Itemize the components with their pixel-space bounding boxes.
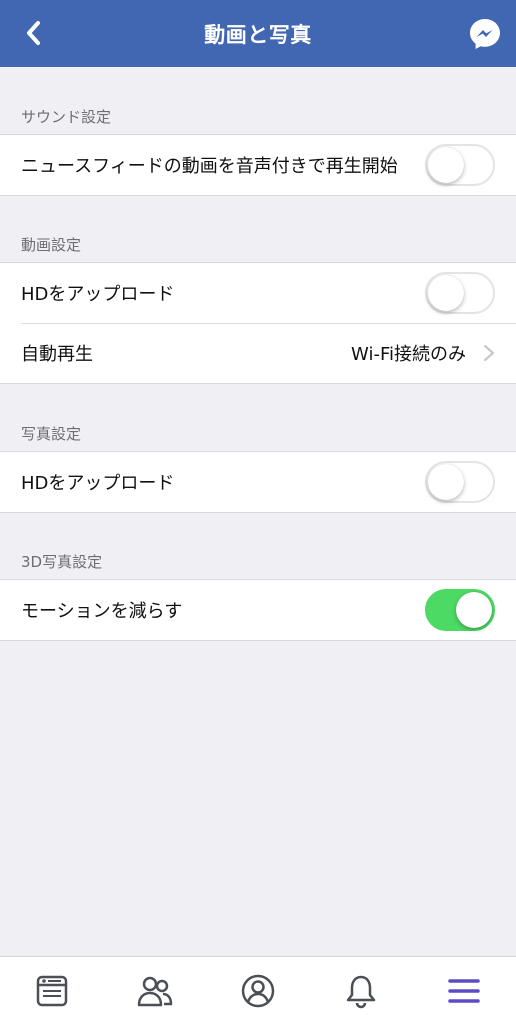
group-sound: ニュースフィードの動画を音声付きで再生開始 bbox=[0, 134, 516, 196]
toggle-knob bbox=[428, 147, 464, 183]
reduce-motion-toggle[interactable] bbox=[425, 589, 495, 631]
toggle-knob bbox=[428, 464, 464, 500]
row-autoplay[interactable]: 自動再生 Wi-Fi接続のみ bbox=[0, 323, 516, 383]
group-photo: HDをアップロード bbox=[0, 451, 516, 513]
group-3d-photo: モーションを減らす bbox=[0, 579, 516, 641]
section-label-sound: サウンド設定 bbox=[21, 108, 112, 126]
row-newsfeed-sound[interactable]: ニュースフィードの動画を音声付きで再生開始 bbox=[0, 135, 516, 195]
chevron-right-icon bbox=[483, 344, 495, 362]
tab-profile[interactable] bbox=[228, 961, 288, 1021]
newsfeed-sound-toggle[interactable] bbox=[425, 144, 495, 186]
back-button[interactable] bbox=[18, 18, 48, 48]
row-reduce-motion[interactable]: モーションを減らす bbox=[0, 580, 516, 640]
menu-icon bbox=[448, 978, 481, 1003]
section-label-video: 動画設定 bbox=[21, 236, 82, 254]
video-hd-upload-toggle[interactable] bbox=[425, 272, 495, 314]
row-video-hd-upload[interactable]: HDをアップロード bbox=[0, 263, 516, 323]
section-label-photo: 写真設定 bbox=[21, 425, 82, 443]
nav-header: 動画と写真 bbox=[0, 0, 516, 67]
tab-news-feed[interactable] bbox=[22, 961, 82, 1021]
section-label-3d-photo: 3D写真設定 bbox=[21, 553, 103, 571]
photo-hd-upload-toggle[interactable] bbox=[425, 461, 495, 503]
chevron-left-icon bbox=[27, 21, 40, 45]
friends-icon bbox=[137, 976, 173, 1006]
autoplay-value: Wi-Fi接続のみ bbox=[351, 344, 466, 365]
toggle-knob bbox=[428, 275, 464, 311]
profile-icon bbox=[241, 974, 275, 1007]
bell-icon bbox=[346, 975, 376, 1008]
tab-bar bbox=[0, 956, 516, 1024]
news-feed-icon bbox=[36, 975, 67, 1006]
tab-friends[interactable] bbox=[125, 961, 185, 1021]
tab-notifications[interactable] bbox=[331, 961, 391, 1021]
page-title: 動画と写真 bbox=[204, 22, 312, 47]
group-video: HDをアップロード 自動再生 Wi-Fi接続のみ bbox=[0, 262, 516, 384]
toggle-knob bbox=[456, 592, 492, 628]
messenger-icon bbox=[470, 19, 500, 49]
tab-menu[interactable] bbox=[434, 961, 494, 1021]
messenger-button[interactable] bbox=[468, 17, 502, 51]
row-photo-hd-upload[interactable]: HDをアップロード bbox=[0, 452, 516, 512]
